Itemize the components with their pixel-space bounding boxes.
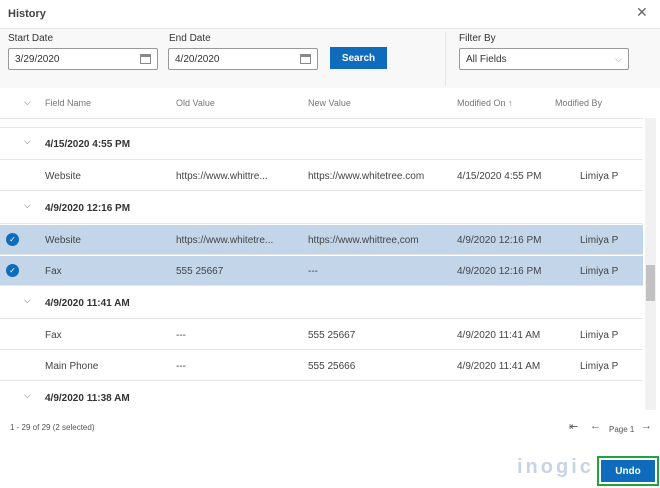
group-title: 4/9/2020 12:16 PM (45, 203, 131, 214)
old-value: --- (176, 361, 186, 372)
modified-by: Limiya P (580, 171, 619, 182)
next-page-icon[interactable]: → (641, 420, 652, 432)
dialog-title: History (8, 8, 46, 20)
divider (445, 32, 446, 86)
inogic-logo: inogic (517, 456, 594, 478)
chevron-down-icon[interactable]: ⌵ (24, 200, 31, 211)
start-date-label: Start Date (8, 33, 54, 44)
start-date-input[interactable]: 3/29/2020 (8, 48, 158, 70)
group-title: 4/9/2020 11:38 AM (45, 393, 130, 404)
col-modified-by[interactable]: Modified By (555, 98, 602, 108)
col-field-name[interactable]: Field Name (45, 98, 91, 108)
page-number: Page 1 (609, 425, 635, 434)
modified-on: 4/9/2020 12:16 PM (457, 266, 542, 277)
start-date-value: 3/29/2020 (15, 53, 60, 65)
table-row[interactable]: ✓ Fax 555 25667 --- 4/9/2020 12:16 PM Lim… (0, 256, 643, 286)
chevron-down-icon[interactable]: ⌵ (24, 295, 31, 306)
filter-by-value: All Fields (466, 53, 507, 65)
chevron-down-icon[interactable]: ⌵ (24, 390, 31, 401)
field-name: Main Phone (45, 361, 99, 372)
field-name: Fax (45, 330, 62, 341)
filter-by-label: Filter By (459, 33, 496, 44)
modified-by: Limiya P (580, 266, 619, 277)
end-date-input[interactable]: 4/20/2020 (168, 48, 318, 70)
group-header[interactable]: ⌵ 4/9/2020 12:16 PM (0, 192, 643, 224)
old-value: 555 25667 (176, 266, 224, 277)
record-count: 1 - 29 of 29 (2 selected) (10, 423, 95, 432)
group-title: 4/9/2020 11:41 AM (45, 298, 130, 309)
search-button[interactable]: Search (330, 47, 387, 69)
table-row[interactable]: Main Phone --- 555 25666 4/9/2020 11:41 … (0, 351, 643, 381)
scrollbar-thumb[interactable] (646, 265, 655, 301)
table-row[interactable]: Fax --- 555 25667 4/9/2020 11:41 AM Limi… (0, 320, 643, 350)
scrollbar[interactable] (645, 118, 656, 410)
previous-page-icon[interactable]: ← (590, 420, 601, 432)
modified-on: 4/15/2020 4:55 PM (457, 171, 542, 182)
calendar-icon[interactable] (300, 54, 311, 64)
table-row[interactable]: ✓ Website https://www.whitetre... https:/… (0, 225, 643, 255)
new-value: 555 25666 (308, 361, 356, 372)
new-value: 555 25667 (308, 330, 356, 341)
field-name: Website (45, 235, 81, 246)
history-list: ⌵ 4/15/2020 4:55 PM Website https://www.wh… (0, 127, 643, 410)
old-value: --- (176, 330, 186, 341)
col-old-value[interactable]: Old Value (176, 98, 215, 108)
modified-on: 4/9/2020 11:41 AM (457, 361, 541, 372)
end-date-value: 4/20/2020 (175, 53, 220, 65)
modified-on: 4/9/2020 12:16 PM (457, 235, 542, 246)
field-name: Website (45, 171, 81, 182)
modified-by: Limiya P (580, 330, 619, 341)
col-modified-on[interactable]: Modified On ↑ (457, 98, 513, 108)
first-page-icon[interactable]: ⇤ (569, 420, 578, 433)
checkmark-icon[interactable]: ✓ (6, 233, 19, 246)
table-row[interactable]: Website https://www.whittre... https://w… (0, 161, 643, 191)
modified-by: Limiya P (580, 235, 619, 246)
chevron-down-icon[interactable]: ⌵ (24, 136, 31, 147)
new-value: --- (308, 266, 318, 277)
group-header[interactable]: ⌵ 4/9/2020 11:41 AM (0, 287, 643, 319)
chevron-down-icon: ⌵ (615, 53, 622, 64)
divider (0, 118, 643, 119)
calendar-icon[interactable] (140, 54, 151, 64)
modified-on: 4/9/2020 11:41 AM (457, 330, 541, 341)
group-title: 4/15/2020 4:55 PM (45, 139, 131, 150)
checkmark-icon[interactable]: ✓ (6, 264, 19, 277)
expand-all-chevron-icon[interactable]: ⌵ (24, 97, 31, 108)
table-header: ⌵ Field Name Old Value New Value Modifie… (0, 92, 660, 116)
undo-highlight: Undo (597, 456, 659, 486)
old-value: https://www.whittre... (176, 171, 268, 182)
end-date-label: End Date (169, 33, 211, 44)
close-icon[interactable]: ✕ (636, 4, 648, 21)
new-value: https://www.whittree,com (308, 235, 419, 246)
col-new-value[interactable]: New Value (308, 98, 351, 108)
new-value: https://www.whitetree.com (308, 171, 425, 182)
group-header[interactable]: ⌵ 4/9/2020 11:38 AM (0, 382, 643, 410)
undo-button[interactable]: Undo (601, 460, 655, 482)
modified-by: Limiya P (580, 361, 619, 372)
old-value: https://www.whitetre... (176, 235, 274, 246)
filter-by-select[interactable]: All Fields ⌵ (459, 48, 629, 70)
field-name: Fax (45, 266, 62, 277)
group-header[interactable]: ⌵ 4/15/2020 4:55 PM (0, 128, 643, 160)
